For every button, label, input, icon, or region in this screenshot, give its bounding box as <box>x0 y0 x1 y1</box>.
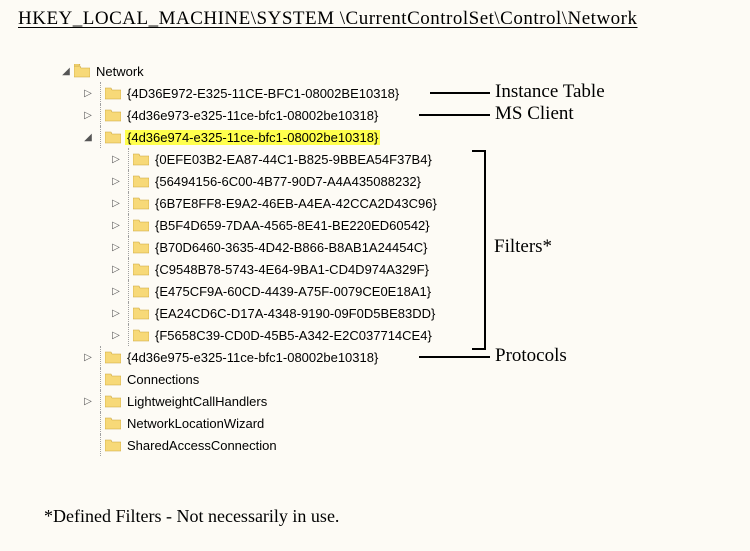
folder-icon <box>105 350 121 364</box>
annotation-line <box>419 114 490 116</box>
tree-label: {C9548B78-5743-4E64-9BA1-CD4D974A329F} <box>153 262 431 277</box>
tree-label: {F5658C39-CD0D-45B5-A342-E2C037714CE4} <box>153 328 434 343</box>
expand-icon[interactable]: ▷ <box>82 88 94 99</box>
folder-icon <box>74 64 90 78</box>
tree-label: {E475CF9A-60CD-4439-A75F-0079CE0E18A1} <box>153 284 433 299</box>
tree-child[interactable]: ▷ {56494156-6C00-4B77-90D7-A4A435088232} <box>60 170 439 192</box>
expand-icon[interactable]: ▷ <box>82 110 94 121</box>
expand-icon[interactable]: ▷ <box>82 396 94 407</box>
tree-child[interactable]: ▷ {C9548B78-5743-4E64-9BA1-CD4D974A329F} <box>60 258 439 280</box>
folder-icon <box>105 108 121 122</box>
folder-icon <box>105 372 121 386</box>
tree-label-highlighted: {4d36e974-e325-11ce-bfc1-08002be10318} <box>125 130 380 145</box>
tree-node[interactable]: ▷ {4d36e975-e325-11ce-bfc1-08002be10318} <box>60 346 439 368</box>
folder-icon <box>105 86 121 100</box>
folder-icon <box>105 438 121 452</box>
tree-label: SharedAccessConnection <box>125 438 279 453</box>
folder-icon <box>105 130 121 144</box>
expand-icon[interactable]: ▷ <box>82 352 94 363</box>
tree-node[interactable]: ▷ LightweightCallHandlers <box>60 390 439 412</box>
collapse-icon[interactable]: ◢ <box>82 132 94 143</box>
tree-child[interactable]: ▷ {6B7E8FF8-E9A2-46EB-A4EA-42CCA2D43C96} <box>60 192 439 214</box>
footnote: *Defined Filters - Not necessarily in us… <box>44 506 339 527</box>
folder-icon <box>133 284 149 298</box>
annotation-protocols: Protocols <box>495 345 567 367</box>
tree-node-expanded[interactable]: ◢ {4d36e974-e325-11ce-bfc1-08002be10318} <box>60 126 439 148</box>
expand-icon[interactable]: ▷ <box>110 308 122 319</box>
folder-icon <box>133 240 149 254</box>
folder-icon <box>133 218 149 232</box>
expand-icon[interactable]: ▷ <box>110 264 122 275</box>
tree-child[interactable]: ▷ {EA24CD6C-D17A-4348-9190-09F0D5BE83DD} <box>60 302 439 324</box>
folder-icon <box>133 306 149 320</box>
tree-label: {0EFE03B2-EA87-44C1-B825-9BBEA54F37B4} <box>153 152 434 167</box>
bracket-icon <box>472 150 486 350</box>
tree-child[interactable]: ▷ {F5658C39-CD0D-45B5-A342-E2C037714CE4} <box>60 324 439 346</box>
tree-label: Connections <box>125 372 201 387</box>
tree-label: {4d36e973-e325-11ce-bfc1-08002be10318} <box>125 108 380 123</box>
annotation-line <box>419 356 490 358</box>
collapse-icon[interactable]: ◢ <box>60 66 72 77</box>
tree-label: {4d36e975-e325-11ce-bfc1-08002be10318} <box>125 350 380 365</box>
folder-icon <box>133 152 149 166</box>
folder-icon <box>105 416 121 430</box>
expand-icon[interactable]: ▷ <box>110 330 122 341</box>
folder-icon <box>133 174 149 188</box>
tree-label: NetworkLocationWizard <box>125 416 266 431</box>
tree-label: {4D36E972-E325-11CE-BFC1-08002BE10318} <box>125 86 401 101</box>
tree-node[interactable]: ▷ {4D36E972-E325-11CE-BFC1-08002BE10318} <box>60 82 439 104</box>
tree-label: Network <box>94 64 146 79</box>
tree-child[interactable]: ▷ {B5F4D659-7DAA-4565-8E41-BE220ED60542} <box>60 214 439 236</box>
expand-icon[interactable]: ▷ <box>110 242 122 253</box>
tree-node[interactable]: ▷ SharedAccessConnection <box>60 434 439 456</box>
tree-node[interactable]: ▷ NetworkLocationWizard <box>60 412 439 434</box>
folder-icon <box>105 394 121 408</box>
folder-icon <box>133 196 149 210</box>
expand-icon[interactable]: ▷ <box>110 154 122 165</box>
tree-label: {EA24CD6C-D17A-4348-9190-09F0D5BE83DD} <box>153 306 437 321</box>
tree-label: {B5F4D659-7DAA-4565-8E41-BE220ED60542} <box>153 218 432 233</box>
annotation-line <box>430 92 490 94</box>
tree-label: {56494156-6C00-4B77-90D7-A4A435088232} <box>153 174 423 189</box>
folder-icon <box>133 262 149 276</box>
folder-icon <box>133 328 149 342</box>
annotation-ms-client: MS Client <box>495 103 574 125</box>
tree-label: {B70D6460-3635-4D42-B866-B8AB1A24454C} <box>153 240 429 255</box>
tree-child[interactable]: ▷ {0EFE03B2-EA87-44C1-B825-9BBEA54F37B4} <box>60 148 439 170</box>
expand-icon[interactable]: ▷ <box>110 198 122 209</box>
tree-label: {6B7E8FF8-E9A2-46EB-A4EA-42CCA2D43C96} <box>153 196 439 211</box>
tree-label: LightweightCallHandlers <box>125 394 269 409</box>
annotation-instance-table: Instance Table <box>495 81 605 103</box>
tree-root[interactable]: ◢ Network <box>60 60 439 82</box>
tree-child[interactable]: ▷ {E475CF9A-60CD-4439-A75F-0079CE0E18A1} <box>60 280 439 302</box>
annotation-filters: Filters* <box>494 236 552 258</box>
expand-icon[interactable]: ▷ <box>110 176 122 187</box>
tree-child[interactable]: ▷ {B70D6460-3635-4D42-B866-B8AB1A24454C} <box>60 236 439 258</box>
expand-icon[interactable]: ▷ <box>110 220 122 231</box>
tree-node[interactable]: ▷ Connections <box>60 368 439 390</box>
expand-icon[interactable]: ▷ <box>110 286 122 297</box>
tree-node[interactable]: ▷ {4d36e973-e325-11ce-bfc1-08002be10318} <box>60 104 439 126</box>
registry-tree: ◢ Network ▷ {4D36E972-E325-11CE-BFC1-080… <box>60 60 439 456</box>
registry-path-title: HKEY_LOCAL_MACHINE\SYSTEM \CurrentContro… <box>18 8 638 30</box>
